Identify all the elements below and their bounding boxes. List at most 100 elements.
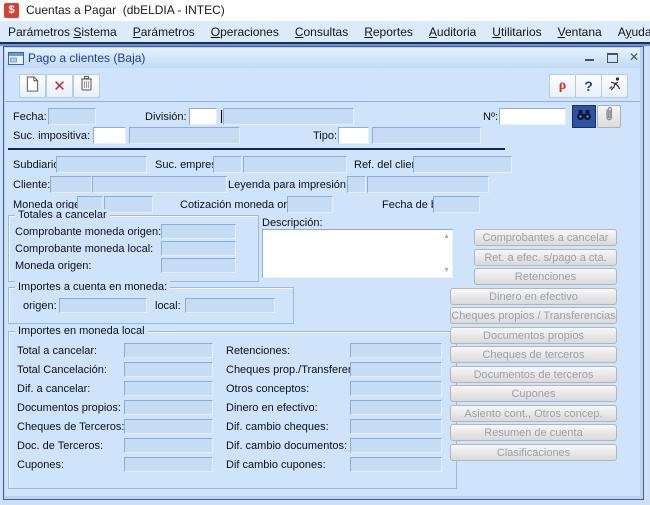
dif-cambio-cheques-field bbox=[350, 419, 442, 434]
importes-moneda-local-group: Importes en moneda local Total a cancela… bbox=[8, 331, 457, 489]
nro-label: Nº: bbox=[483, 111, 498, 123]
retenciones-field bbox=[350, 343, 442, 358]
otros-conceptos-field bbox=[350, 381, 442, 396]
leyenda-name-field bbox=[367, 176, 489, 193]
fecha-label: Fecha: bbox=[13, 111, 47, 123]
menu-parametros[interactable]: Parámetros bbox=[125, 25, 203, 39]
new-document-icon bbox=[25, 75, 40, 98]
tipo-label: Tipo: bbox=[313, 130, 337, 142]
maximize-icon bbox=[607, 53, 618, 63]
documentos-propios-label: Documentos propios: bbox=[17, 402, 121, 414]
whistle-button[interactable]: ρ bbox=[549, 74, 576, 98]
ref-cliente-field bbox=[413, 156, 512, 173]
new-record-button[interactable] bbox=[19, 74, 46, 98]
cheques-de-terceros-field bbox=[124, 419, 213, 434]
window-titlebar: $ Cuentas a Pagar (dbELDIA - INTEC) bbox=[0, 0, 650, 21]
documentos-propios-field bbox=[124, 400, 213, 415]
descripcion-textarea[interactable]: ▲ ▼ bbox=[262, 229, 453, 278]
paperclip-icon bbox=[604, 106, 614, 127]
origen-label: origen: bbox=[23, 300, 57, 312]
scroll-up-icon[interactable]: ▲ bbox=[443, 233, 450, 240]
otros-conceptos-label: Otros conceptos: bbox=[226, 383, 309, 395]
running-person-icon bbox=[607, 76, 623, 97]
retenciones-label: Retenciones: bbox=[226, 345, 290, 357]
asiento-cont-otros-concep-button[interactable]: Asiento cont., Otros concep. bbox=[450, 405, 617, 422]
suc-impositiva-code-input[interactable] bbox=[93, 127, 126, 144]
tipo-code-input[interactable] bbox=[338, 127, 369, 144]
menu-utilitarios[interactable]: Utilitarios bbox=[484, 25, 549, 39]
maximize-button[interactable] bbox=[607, 53, 618, 63]
retenciones-button[interactable]: Retenciones bbox=[474, 268, 617, 285]
cupones-label: Cupones: bbox=[17, 459, 64, 471]
dialog-titlebar[interactable]: Pago a clientes (Baja) bbox=[5, 48, 640, 68]
menu-operaciones[interactable]: Operaciones bbox=[203, 25, 287, 39]
importe-origen-field bbox=[59, 298, 147, 313]
menu-ayuda[interactable]: Ayuda bbox=[610, 25, 650, 39]
moneda-origen-total-field bbox=[161, 258, 236, 273]
minimize-icon bbox=[585, 59, 594, 61]
dif-cambio-documentos-label: Dif. cambio documentos: bbox=[226, 440, 347, 452]
division-code-input[interactable] bbox=[189, 108, 217, 125]
cheques-de-terceros-button[interactable]: Cheques de terceros bbox=[450, 346, 617, 363]
dialog-toolbar bbox=[5, 68, 640, 101]
delete-record-button[interactable] bbox=[73, 74, 100, 98]
menu-consultas[interactable]: Consultas bbox=[287, 25, 356, 39]
menu-auditoria[interactable]: Auditoria bbox=[421, 25, 484, 39]
division-name-field bbox=[223, 108, 354, 125]
documentos-propios-button[interactable]: Documentos propios bbox=[450, 327, 617, 344]
comprobante-moneda-local-field bbox=[161, 241, 236, 256]
dialog-title: Pago a clientes (Baja) bbox=[28, 51, 145, 65]
dialog-form-icon bbox=[8, 52, 24, 65]
suc-impositiva-name-field bbox=[129, 127, 240, 144]
comprobante-moneda-local-label: Comprobante moneda local: bbox=[15, 243, 153, 255]
ret-a-efec-spago-a-cta-button[interactable]: Ret. a efec. s/pago a cta. bbox=[474, 249, 617, 266]
documentos-de-terceros-button[interactable]: Documentos de terceros bbox=[450, 366, 617, 383]
dif-a-cancelar-label: Dif. a cancelar: bbox=[17, 383, 90, 395]
resumen-de-cuenta-button[interactable]: Resumen de cuenta bbox=[450, 424, 617, 441]
descripcion-label: Descripción: bbox=[262, 217, 323, 229]
importe-local-field bbox=[185, 298, 275, 313]
dinero-en-efectivo-field bbox=[350, 400, 442, 415]
total-cancelacion-label: Total Cancelación: bbox=[17, 364, 107, 376]
leyenda-code-field bbox=[347, 176, 366, 193]
scroll-down-icon[interactable]: ▼ bbox=[443, 267, 450, 274]
help-button[interactable]: ? bbox=[575, 74, 602, 98]
nro-input[interactable] bbox=[499, 108, 566, 125]
help-icon: ? bbox=[584, 79, 593, 93]
dif-cambio-cupones-field bbox=[350, 457, 442, 472]
cheques-de-terceros-label: Cheques de Terceros: bbox=[17, 421, 124, 433]
close-button[interactable]: ✕ bbox=[629, 50, 639, 64]
menu-reportes[interactable]: Reportes bbox=[356, 25, 421, 39]
attachment-button[interactable] bbox=[597, 105, 621, 128]
suc-impositiva-label: Suc. impositiva: bbox=[13, 130, 90, 142]
moneda-origen-name-field bbox=[104, 196, 153, 213]
dif-a-cancelar-field bbox=[124, 381, 213, 396]
comprobante-moneda-origen-field bbox=[161, 224, 236, 239]
search-button[interactable] bbox=[572, 105, 596, 128]
doc-de-terceros-field bbox=[124, 438, 213, 453]
cheques-prop-transferen-label: Cheques prop./Transferen.: bbox=[226, 364, 360, 376]
app-icon: $ bbox=[4, 3, 19, 18]
menu-parametros-sistema[interactable]: Parámetros Sistema bbox=[0, 25, 125, 39]
dinero-en-efectivo-button[interactable]: Dinero en efectivo bbox=[450, 288, 617, 305]
division-label: División: bbox=[145, 111, 187, 123]
exit-button[interactable] bbox=[601, 74, 628, 98]
window-title: Cuentas a Pagar (dbELDIA - INTEC) bbox=[26, 3, 225, 17]
menu-ventana[interactable]: Ventana bbox=[550, 25, 610, 39]
cancel-record-button[interactable]: ✕ bbox=[46, 74, 73, 98]
clasificaciones-button[interactable]: Clasificaciones bbox=[450, 444, 617, 461]
fecha-field bbox=[48, 108, 96, 125]
total-a-cancelar-field bbox=[124, 343, 213, 358]
suc-empresa-code-field bbox=[213, 156, 242, 173]
comprobantes-a-cancelar-button[interactable]: Comprobantes a cancelar bbox=[474, 229, 617, 246]
local-label: local: bbox=[155, 300, 181, 312]
minimize-button[interactable] bbox=[585, 59, 594, 61]
cheques-prop-transferen-field bbox=[350, 362, 442, 377]
cheques-propios-transferencias-button[interactable]: Cheques propios / Transferencias bbox=[450, 307, 617, 324]
cupones-field bbox=[124, 457, 213, 472]
cliente-code-field bbox=[50, 176, 92, 193]
cupones-button[interactable]: Cupones bbox=[450, 385, 617, 402]
suc-empresa-name-field bbox=[243, 156, 347, 173]
subdiario-field bbox=[56, 156, 147, 173]
tipo-name-field bbox=[372, 127, 481, 144]
